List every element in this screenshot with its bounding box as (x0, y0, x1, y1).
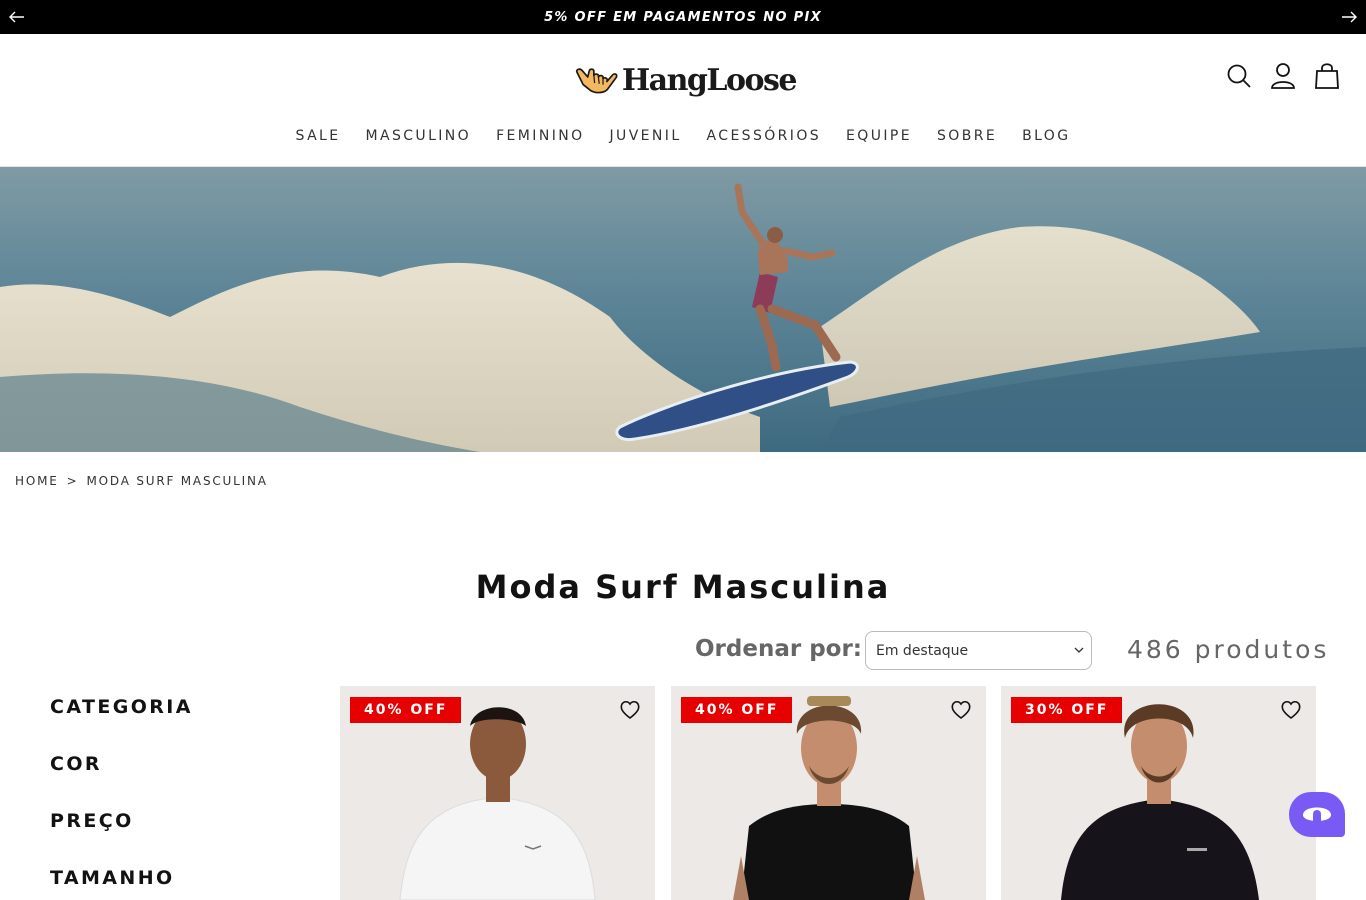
heart-icon[interactable] (950, 700, 972, 720)
arrow-right-icon (1342, 11, 1357, 23)
site-header: HangLoose SALE MASCULINO FEMININO JUVENI… (0, 34, 1366, 167)
cart-button[interactable] (1314, 62, 1340, 90)
announcement-text: 5% OFF EM PAGAMENTOS NO PIX (544, 9, 822, 25)
discount-badge: 40% OFF (350, 697, 462, 723)
chat-widget-button[interactable] (1289, 792, 1345, 837)
heart-icon[interactable] (619, 700, 641, 720)
hero-surf-image (0, 167, 1366, 452)
main-navigation: SALE MASCULINO FEMININO JUVENIL ACESSÓRI… (0, 128, 1366, 144)
breadcrumb-separator: > (66, 474, 79, 488)
next-announcement-button[interactable] (1332, 0, 1366, 34)
announcement-bar: 5% OFF EM PAGAMENTOS NO PIX (0, 0, 1366, 34)
nav-item-masculino[interactable]: MASCULINO (366, 128, 472, 144)
site-logo[interactable]: HangLoose (574, 58, 798, 102)
bag-icon (1315, 63, 1339, 89)
chat-icon (1303, 807, 1331, 823)
filter-preco[interactable]: PREÇO (50, 810, 193, 867)
product-card[interactable]: 40% OFF (671, 686, 986, 900)
search-icon (1227, 64, 1251, 88)
breadcrumb: HOME > MODA SURF MASCULINA (15, 474, 268, 488)
filter-cor[interactable]: COR (50, 753, 193, 810)
nav-item-sobre[interactable]: SOBRE (937, 128, 997, 144)
nav-item-sale[interactable]: SALE (296, 128, 341, 144)
heart-icon[interactable] (1280, 700, 1302, 720)
filter-categoria[interactable]: CATEGORIA (50, 696, 193, 753)
filter-tamanho[interactable]: TAMANHO (50, 867, 193, 900)
logo-wordmark: HangLoose (621, 62, 798, 98)
page-title: Moda Surf Masculina (475, 568, 891, 606)
account-button[interactable] (1270, 62, 1296, 90)
nav-item-equipe[interactable]: EQUIPE (846, 128, 912, 144)
sort-selected-value: Em destaque (876, 642, 969, 659)
discount-badge: 40% OFF (681, 697, 793, 723)
product-card[interactable]: 40% OFF (340, 686, 655, 900)
hero-banner (0, 167, 1366, 452)
nav-item-acessorios[interactable]: ACESSÓRIOS (707, 128, 822, 144)
shaka-hand-icon (575, 68, 618, 94)
arrow-left-icon (9, 11, 24, 23)
breadcrumb-current: MODA SURF MASCULINA (86, 474, 268, 488)
header-actions (1226, 62, 1340, 90)
previous-announcement-button[interactable] (0, 0, 34, 34)
sort-select[interactable]: Em destaque (865, 631, 1092, 670)
nav-item-blog[interactable]: BLOG (1022, 128, 1070, 144)
nav-item-juvenil[interactable]: JUVENIL (610, 128, 682, 144)
nav-item-feminino[interactable]: FEMININO (496, 128, 584, 144)
sort-label: Ordenar por: (695, 636, 863, 662)
chevron-down-icon (1074, 647, 1084, 653)
product-card[interactable]: 30% OFF (1001, 686, 1316, 900)
search-button[interactable] (1226, 62, 1252, 90)
breadcrumb-home[interactable]: HOME (15, 474, 59, 488)
discount-badge: 30% OFF (1011, 697, 1123, 723)
account-icon (1271, 63, 1295, 89)
filter-sidebar: CATEGORIA COR PREÇO TAMANHO (50, 696, 193, 900)
product-count: 486 produtos (1127, 635, 1330, 664)
